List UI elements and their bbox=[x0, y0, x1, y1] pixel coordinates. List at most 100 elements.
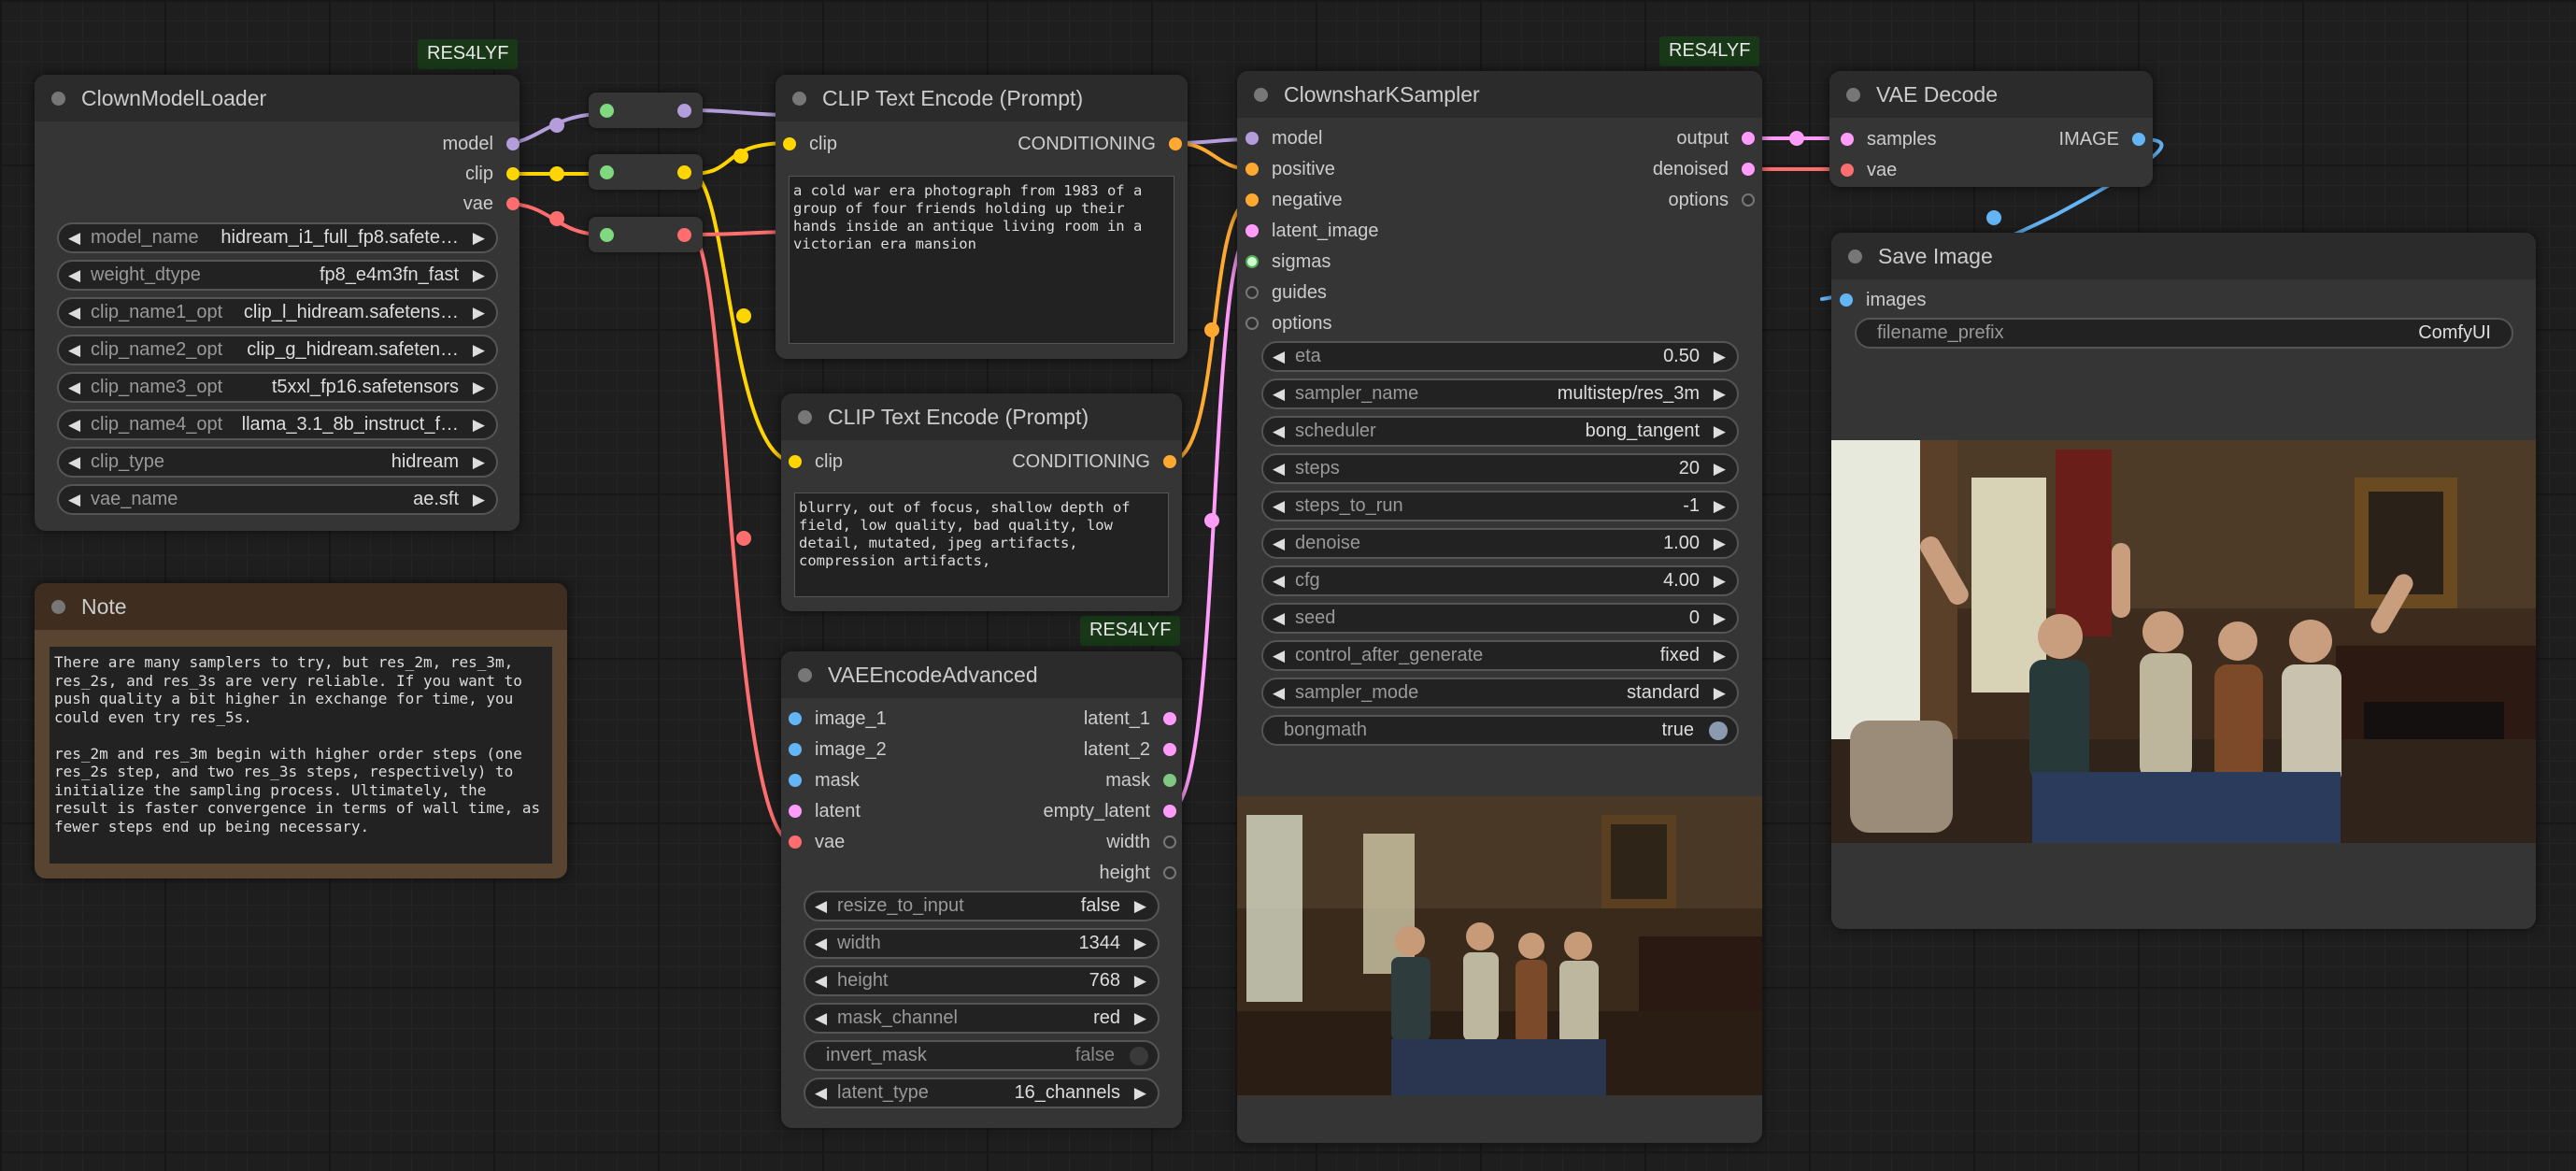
res4lyf-badge: RES4LYF bbox=[1659, 36, 1760, 66]
node-title-bar[interactable]: ClownsharKSampler bbox=[1237, 71, 1762, 118]
widget-clip-name4[interactable]: ◀ clip_name4_opt llama_3.1_8b_instruct_f… ▶ bbox=[57, 409, 498, 440]
widget-clip-type[interactable]: ◀ clip_type hidream ▶ bbox=[57, 447, 498, 478]
clown-model-loader-node[interactable]: ClownModelLoader model clip vae ◀ model_n… bbox=[35, 75, 519, 531]
widget-steps[interactable]: ◀ steps 20 ▶ bbox=[1261, 453, 1739, 484]
output-slot-image[interactable]: IMAGE bbox=[2059, 128, 2145, 150]
output-slot-empty-latent[interactable]: empty_latent bbox=[1043, 800, 1176, 822]
input-slot-guides[interactable]: guides bbox=[1245, 281, 1327, 304]
widget-clip-name1[interactable]: ◀ clip_name1_opt clip_l_hidream.safetens… ▶ bbox=[57, 297, 498, 328]
widget-model-name[interactable]: ◀ model_name hidream_i1_full_fp8.safete… ▶ bbox=[57, 222, 498, 253]
output-slot-model[interactable]: model bbox=[443, 133, 519, 155]
output-slot-options[interactable]: options bbox=[1669, 189, 1755, 211]
prompt-textarea[interactable]: a cold war era photograph from 1983 of a… bbox=[789, 176, 1174, 344]
toggle-knob-icon bbox=[1130, 1047, 1148, 1065]
node-title-bar[interactable]: VAE Decode bbox=[1829, 71, 2153, 118]
clip-text-encode-positive-node[interactable]: CLIP Text Encode (Prompt) clip CONDITION… bbox=[776, 75, 1188, 359]
collapse-dot-icon[interactable] bbox=[792, 92, 806, 106]
reroute-output-pin[interactable] bbox=[677, 165, 691, 179]
prompt-textarea[interactable]: blurry, out of focus, shallow depth of f… bbox=[794, 493, 1169, 597]
reroute-node-clip[interactable] bbox=[589, 154, 703, 190]
widget-clip-name2[interactable]: ◀ clip_name2_opt clip_g_hidream.safeten… ▶ bbox=[57, 335, 498, 365]
reroute-node-model[interactable] bbox=[589, 93, 703, 128]
widget-width[interactable]: ◀ width 1344 ▶ bbox=[804, 928, 1160, 959]
save-image-node[interactable]: Save Image images filename_prefix ComfyUI bbox=[1831, 233, 2536, 929]
output-slot-width[interactable]: width bbox=[1106, 831, 1176, 853]
widget-weight-dtype[interactable]: ◀ weight_dtype fp8_e4m3fn_fast ▶ bbox=[57, 260, 498, 291]
widget-filename-prefix[interactable]: filename_prefix ComfyUI bbox=[1855, 318, 2513, 349]
output-slot-conditioning[interactable]: CONDITIONING bbox=[1012, 450, 1176, 473]
collapse-dot-icon[interactable] bbox=[798, 410, 812, 424]
node-title-bar[interactable]: ClownModelLoader bbox=[35, 75, 519, 121]
output-slot-output[interactable]: output bbox=[1676, 127, 1755, 150]
input-slot-image-1[interactable]: image_1 bbox=[789, 707, 887, 730]
widget-vae-name[interactable]: ◀ vae_name ae.sft ▶ bbox=[57, 484, 498, 515]
widget-control-after-generate[interactable]: ◀ control_after_generate fixed ▶ bbox=[1261, 640, 1739, 671]
input-slot-vae[interactable]: vae bbox=[789, 831, 845, 853]
widget-denoise[interactable]: ◀ denoise 1.00 ▶ bbox=[1261, 528, 1739, 559]
widget-clip-name3[interactable]: ◀ clip_name3_opt t5xxl_fp16.safetensors ▶ bbox=[57, 372, 498, 403]
saved-image-preview bbox=[1831, 440, 2536, 843]
node-title-bar[interactable]: VAEEncodeAdvanced bbox=[781, 651, 1182, 698]
input-slot-clip[interactable]: clip bbox=[783, 133, 837, 155]
reroute-output-pin[interactable] bbox=[677, 228, 691, 242]
widget-sampler-mode[interactable]: ◀ sampler_mode standard ▶ bbox=[1261, 678, 1739, 708]
node-title-bar[interactable]: CLIP Text Encode (Prompt) bbox=[781, 393, 1182, 440]
input-slot-vae[interactable]: vae bbox=[1841, 159, 1897, 181]
input-slot-latent-image[interactable]: latent_image bbox=[1245, 220, 1379, 242]
input-slot-images[interactable]: images bbox=[1840, 289, 1926, 311]
output-slot-mask[interactable]: mask bbox=[1105, 769, 1176, 792]
output-slot-latent-2[interactable]: latent_2 bbox=[1084, 738, 1176, 761]
input-slot-options[interactable]: options bbox=[1245, 312, 1332, 335]
input-slot-image-2[interactable]: image_2 bbox=[789, 738, 887, 761]
input-slot-samples[interactable]: samples bbox=[1841, 128, 1936, 150]
widget-latent-type[interactable]: ◀ latent_type 16_channels ▶ bbox=[804, 1078, 1160, 1108]
reroute-node-vae[interactable] bbox=[589, 217, 703, 252]
output-slot-conditioning[interactable]: CONDITIONING bbox=[1018, 133, 1182, 155]
widget-seed[interactable]: ◀ seed 0 ▶ bbox=[1261, 603, 1739, 634]
collapse-dot-icon[interactable] bbox=[1846, 88, 1860, 102]
node-title-bar[interactable]: CLIP Text Encode (Prompt) bbox=[776, 75, 1188, 121]
reroute-input-pin[interactable] bbox=[600, 104, 614, 118]
widget-scheduler[interactable]: ◀ scheduler bong_tangent ▶ bbox=[1261, 416, 1739, 447]
input-slot-latent[interactable]: latent bbox=[789, 800, 861, 822]
reroute-output-pin[interactable] bbox=[677, 104, 691, 118]
input-slot-negative[interactable]: negative bbox=[1245, 189, 1343, 211]
toggle-invert-mask[interactable]: invert_mask false bbox=[804, 1040, 1160, 1071]
widget-mask-channel[interactable]: ◀ mask_channel red ▶ bbox=[804, 1003, 1160, 1034]
clownshark-ksampler-node[interactable]: ClownsharKSampler model positive negativ… bbox=[1237, 71, 1762, 1143]
vae-decode-node[interactable]: VAE Decode samples vae IMAGE bbox=[1829, 71, 2153, 187]
node-title: VAE Decode bbox=[1876, 82, 1998, 107]
collapse-dot-icon[interactable] bbox=[51, 600, 65, 614]
output-slot-clip[interactable]: clip bbox=[465, 163, 519, 185]
node-title: Save Image bbox=[1878, 244, 1993, 268]
widget-steps-to-run[interactable]: ◀ steps_to_run -1 ▶ bbox=[1261, 491, 1739, 521]
input-slot-mask[interactable]: mask bbox=[789, 769, 860, 792]
widget-sampler-name[interactable]: ◀ sampler_name multistep/res_3m ▶ bbox=[1261, 378, 1739, 409]
toggle-bongmath[interactable]: bongmath true bbox=[1261, 715, 1739, 746]
clip-text-encode-negative-node[interactable]: CLIP Text Encode (Prompt) clip CONDITION… bbox=[781, 393, 1182, 611]
output-slot-vae[interactable]: vae bbox=[463, 193, 519, 215]
collapse-dot-icon[interactable] bbox=[798, 668, 812, 682]
vae-encode-advanced-node[interactable]: VAEEncodeAdvanced image_1 image_2 mask l… bbox=[781, 651, 1182, 1128]
input-slot-clip[interactable]: clip bbox=[789, 450, 843, 473]
reroute-input-pin[interactable] bbox=[600, 228, 614, 242]
node-title: VAEEncodeAdvanced bbox=[828, 663, 1038, 687]
output-slot-latent-1[interactable]: latent_1 bbox=[1084, 707, 1176, 730]
reroute-input-pin[interactable] bbox=[600, 165, 614, 179]
output-slot-height[interactable]: height bbox=[1100, 862, 1176, 884]
collapse-dot-icon[interactable] bbox=[51, 92, 65, 106]
widget-eta[interactable]: ◀ eta 0.50 ▶ bbox=[1261, 341, 1739, 372]
node-title-bar[interactable]: Note bbox=[35, 583, 567, 630]
node-title-bar[interactable]: Save Image bbox=[1831, 233, 2536, 279]
widget-height[interactable]: ◀ height 768 ▶ bbox=[804, 965, 1160, 996]
widget-cfg[interactable]: ◀ cfg 4.00 ▶ bbox=[1261, 565, 1739, 596]
note-node[interactable]: Note There are many samplers to try, but… bbox=[35, 583, 567, 878]
widget-resize-to-input[interactable]: ◀ resize_to_input false ▶ bbox=[804, 891, 1160, 921]
input-slot-positive[interactable]: positive bbox=[1245, 158, 1335, 180]
note-textarea[interactable]: There are many samplers to try, but res_… bbox=[50, 647, 552, 864]
input-slot-model[interactable]: model bbox=[1245, 127, 1322, 150]
input-slot-sigmas[interactable]: sigmas bbox=[1245, 250, 1331, 273]
collapse-dot-icon[interactable] bbox=[1848, 250, 1862, 264]
output-slot-denoised[interactable]: denoised bbox=[1653, 158, 1755, 180]
collapse-dot-icon[interactable] bbox=[1254, 88, 1268, 102]
